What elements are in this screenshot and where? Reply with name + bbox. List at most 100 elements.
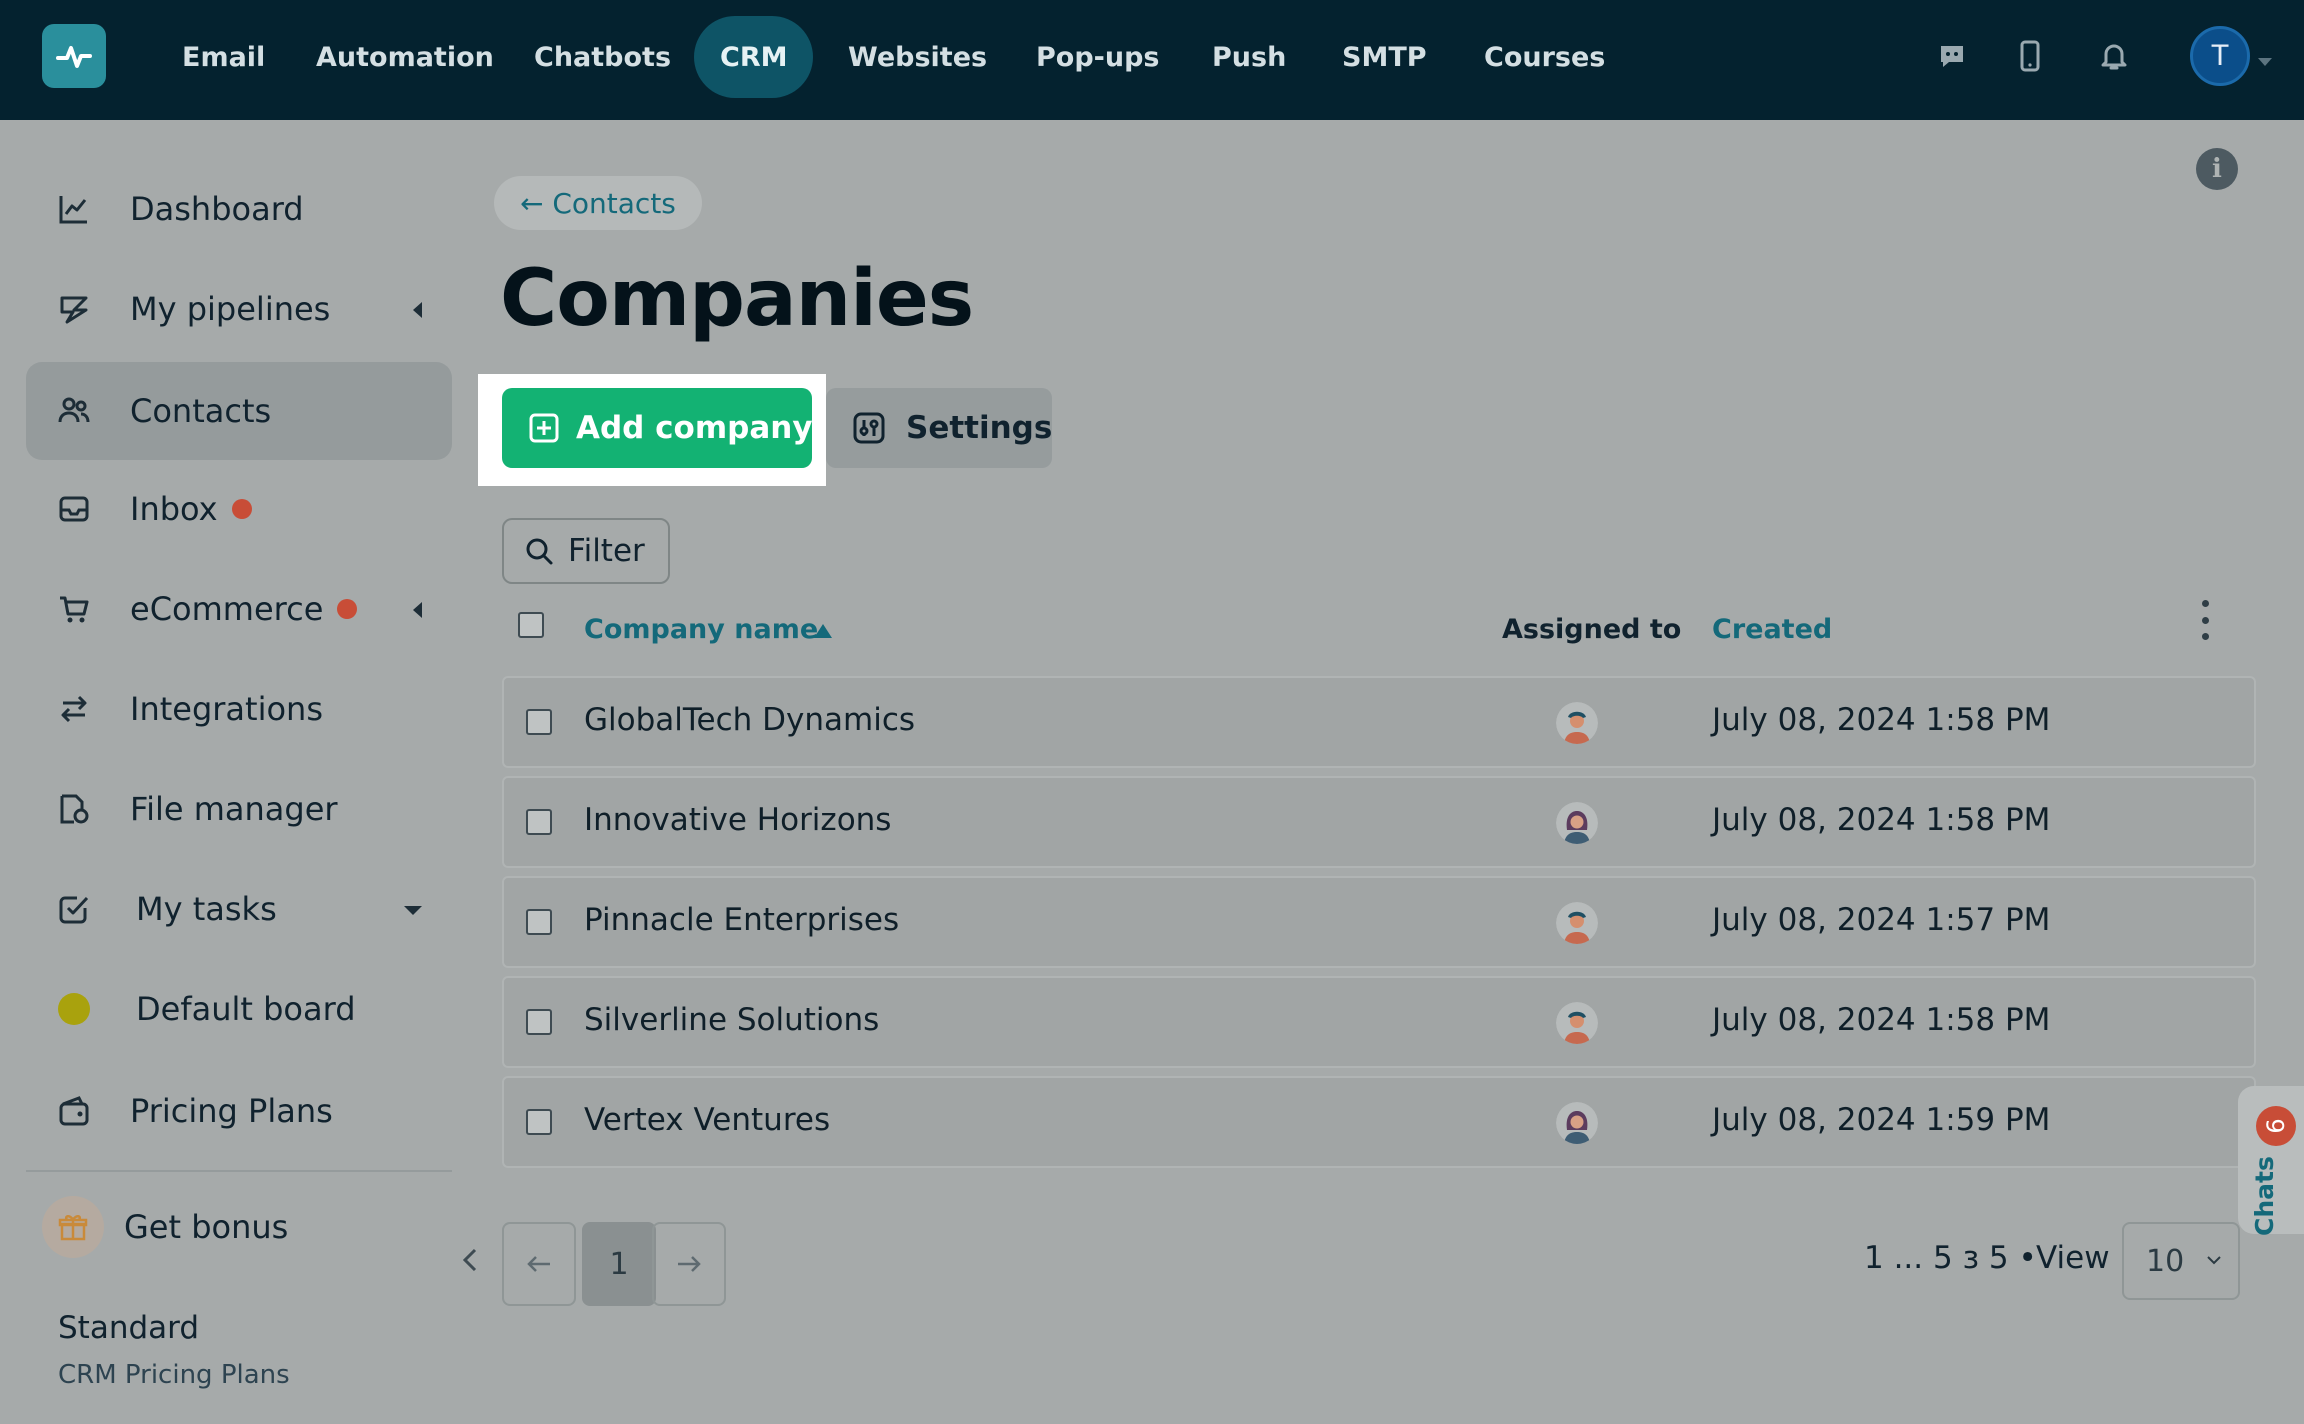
created-date: July 08, 2024 1:58 PM <box>1712 802 2051 838</box>
nav-popups[interactable]: Pop-ups <box>1010 16 1186 98</box>
more-options-icon[interactable] <box>2196 600 2214 640</box>
page-size-select[interactable]: 10 <box>2122 1222 2240 1300</box>
column-header-created[interactable]: Created <box>1712 614 1832 645</box>
plan-subtitle[interactable]: CRM Pricing Plans <box>58 1360 290 1390</box>
page-size-value: 10 <box>2146 1243 2185 1279</box>
inbox-icon <box>54 489 94 529</box>
pagination-info: 1 ... 5 з 5 • <box>1864 1240 2037 1276</box>
chats-label: Chats <box>2250 1156 2279 1236</box>
filter-label: Filter <box>568 533 645 569</box>
search-icon <box>524 536 554 566</box>
nav-email[interactable]: Email <box>156 16 291 98</box>
nav-automation[interactable]: Automation <box>290 16 520 98</box>
cart-icon <box>54 589 94 629</box>
filter-button[interactable]: Filter <box>502 518 670 584</box>
nav-courses[interactable]: Courses <box>1458 16 1631 98</box>
back-to-contacts-link[interactable]: ← Contacts <box>494 176 702 230</box>
sidebar-item-label: Dashboard <box>130 190 304 228</box>
arrow-right-icon <box>678 1256 701 1272</box>
people-icon <box>54 391 94 431</box>
notification-dot <box>231 499 252 519</box>
caret-left-icon <box>413 302 422 318</box>
sidebar-item-label: Default board <box>136 990 356 1028</box>
table-row[interactable]: GlobalTech Dynamics July 08, 2024 1:58 P… <box>502 676 2256 768</box>
table-row[interactable]: Silverline Solutions July 08, 2024 1:58 … <box>502 976 2256 1068</box>
row-checkbox[interactable] <box>526 709 552 735</box>
user-avatar[interactable]: T <box>2190 26 2250 86</box>
caret-left-icon <box>413 602 422 618</box>
sidebar-item-pricing-plans[interactable]: Pricing Plans <box>26 1062 452 1160</box>
sidebar-item-label: Pricing Plans <box>130 1092 333 1130</box>
previous-page-button[interactable] <box>502 1222 576 1306</box>
sort-ascending-icon[interactable] <box>814 624 832 638</box>
table-row[interactable]: Innovative Horizons July 08, 2024 1:58 P… <box>502 776 2256 868</box>
nav-smtp[interactable]: SMTP <box>1316 16 1453 98</box>
sidebar-item-label: Inbox <box>130 490 218 528</box>
app-logo[interactable] <box>42 24 106 88</box>
page-button-current[interactable]: 1 <box>582 1222 656 1306</box>
sidebar-item-my-tasks[interactable]: My tasks <box>26 860 452 958</box>
company-name[interactable]: GlobalTech Dynamics <box>584 702 915 738</box>
company-name[interactable]: Vertex Ventures <box>584 1102 830 1138</box>
chart-line-icon <box>54 189 94 229</box>
chats-tab[interactable]: 6 Chats <box>2238 1086 2304 1236</box>
row-checkbox[interactable] <box>526 1109 552 1135</box>
plan-title: Standard <box>58 1310 200 1346</box>
gift-icon <box>42 1196 104 1258</box>
collapse-sidebar-icon[interactable] <box>458 1244 482 1276</box>
chevron-down-icon[interactable] <box>2258 58 2272 66</box>
add-company-label: Add company <box>576 410 813 446</box>
table-row[interactable]: Vertex Ventures July 08, 2024 1:59 PM <box>502 1076 2256 1168</box>
created-date: July 08, 2024 1:58 PM <box>1712 1002 2051 1038</box>
caret-down-icon <box>404 906 422 915</box>
sidebar-item-file-manager[interactable]: File manager <box>26 760 452 858</box>
sidebar-item-label: File manager <box>130 790 338 828</box>
arrow-left-icon <box>527 1256 550 1272</box>
sidebar-item-contacts[interactable]: Contacts <box>26 362 452 460</box>
company-name[interactable]: Pinnacle Enterprises <box>584 902 899 938</box>
plus-square-icon <box>528 412 560 444</box>
nav-websites[interactable]: Websites <box>822 16 1013 98</box>
row-checkbox[interactable] <box>526 809 552 835</box>
column-header-company-name[interactable]: Company name <box>584 614 818 645</box>
page-title: Companies <box>500 254 974 344</box>
mobile-icon[interactable] <box>2012 38 2048 74</box>
notification-dot <box>337 599 358 619</box>
sidebar-item-label: eCommerce <box>130 590 324 628</box>
pulse-logo-icon <box>56 46 92 68</box>
chat-icon[interactable] <box>1934 38 1970 74</box>
sidebar-item-label: Contacts <box>130 392 272 430</box>
board-dot-icon <box>54 989 94 1029</box>
assignee-avatar-icon <box>1556 902 1598 944</box>
settings-button[interactable]: Settings <box>826 388 1052 468</box>
settings-sliders-icon <box>852 411 886 445</box>
chats-count-badge: 6 <box>2256 1106 2296 1146</box>
created-date: July 08, 2024 1:58 PM <box>1712 702 2051 738</box>
add-company-button[interactable]: Add company <box>502 388 813 468</box>
sidebar-item-ecommerce[interactable]: eCommerce <box>26 560 452 658</box>
row-checkbox[interactable] <box>526 1009 552 1035</box>
company-name[interactable]: Silverline Solutions <box>584 1002 879 1038</box>
info-icon[interactable]: i <box>2196 148 2238 190</box>
nav-chatbots[interactable]: Chatbots <box>508 16 697 98</box>
next-page-button[interactable] <box>652 1222 726 1306</box>
nav-crm[interactable]: CRM <box>694 16 814 98</box>
sidebar-item-dashboard[interactable]: Dashboard <box>26 160 452 258</box>
nav-push[interactable]: Push <box>1186 16 1312 98</box>
bell-icon[interactable] <box>2096 38 2132 74</box>
sidebar-item-my-pipelines[interactable]: My pipelines <box>26 260 452 358</box>
sidebar-item-get-bonus[interactable]: Get bonus <box>26 1178 452 1276</box>
sidebar-item-default-board[interactable]: Default board <box>26 960 452 1058</box>
pipeline-icon <box>54 289 94 329</box>
assignee-avatar-icon <box>1556 802 1598 844</box>
sidebar-item-inbox[interactable]: Inbox <box>26 460 452 558</box>
select-all-checkbox[interactable] <box>518 612 544 638</box>
view-label: View <box>2036 1240 2110 1276</box>
company-name[interactable]: Innovative Horizons <box>584 802 891 838</box>
table-row[interactable]: Pinnacle Enterprises July 08, 2024 1:57 … <box>502 876 2256 968</box>
row-checkbox[interactable] <box>526 909 552 935</box>
task-check-icon <box>54 889 94 929</box>
assignee-avatar-icon <box>1556 1002 1598 1044</box>
created-date: July 08, 2024 1:59 PM <box>1712 1102 2051 1138</box>
sidebar-item-integrations[interactable]: Integrations <box>26 660 452 758</box>
